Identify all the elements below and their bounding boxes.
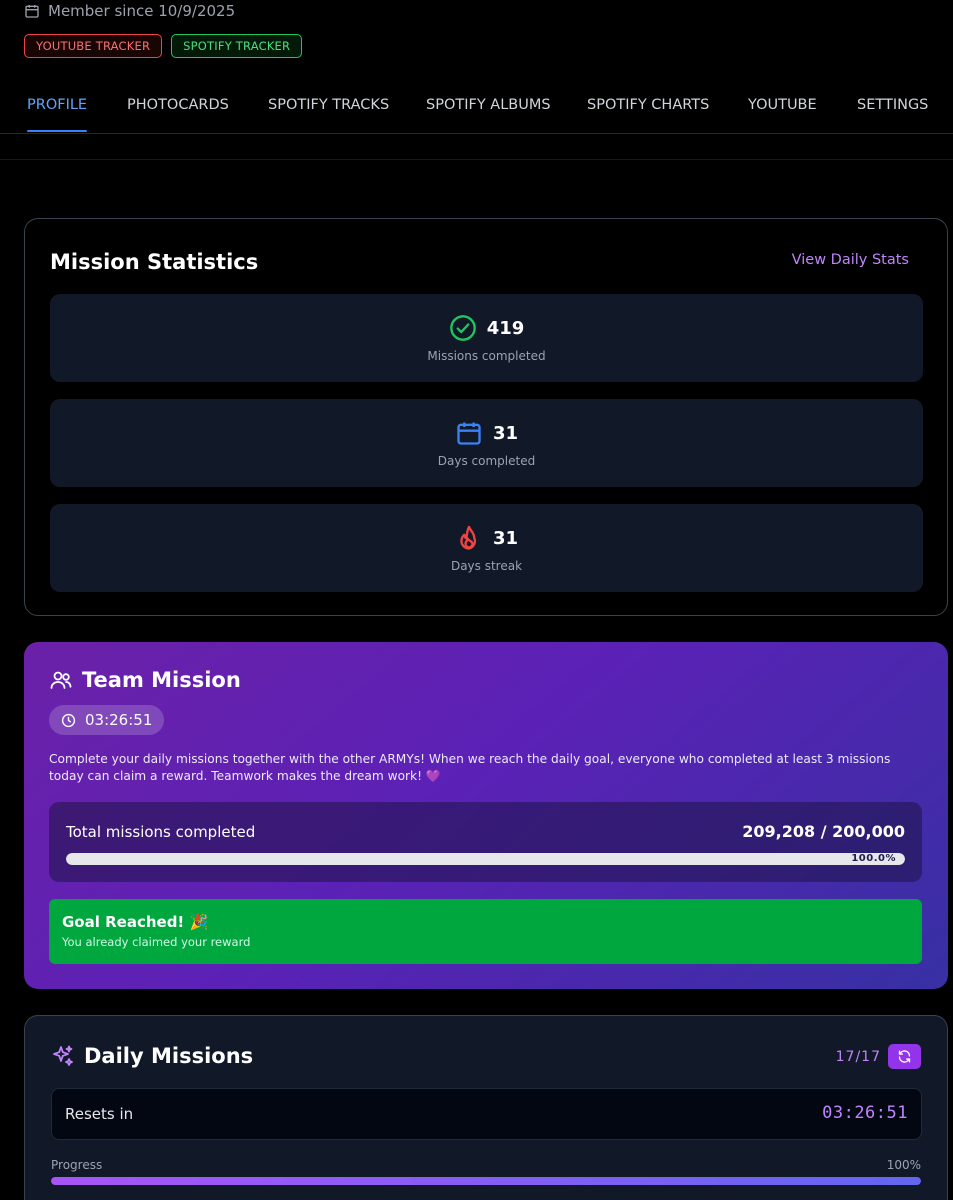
team-progress-bar — [66, 853, 905, 865]
team-mission-timer: 03:26:51 — [49, 705, 165, 735]
stat-label: Days completed — [437, 454, 536, 468]
tab-spotify-tracks[interactable]: SPOTIFY TRACKS — [268, 84, 389, 134]
tab-profile[interactable]: PROFILE — [27, 84, 88, 134]
sparkles-icon — [53, 1045, 73, 1066]
tab-spotify-albums[interactable]: SPOTIFY ALBUMS — [426, 84, 551, 134]
flame-icon — [460, 525, 476, 550]
refresh-icon — [898, 1050, 911, 1063]
team-mission-card: Team Mission 03:26:51 Complete your dail… — [24, 642, 948, 989]
divider — [0, 159, 953, 160]
team-mission-description: Complete your daily missions together wi… — [49, 752, 891, 783]
mission-statistics-title: Mission Statistics — [50, 250, 259, 274]
tab-photocards[interactable]: PHOTOCARDS — [127, 84, 229, 134]
view-daily-stats-link[interactable]: View Daily Stats — [792, 252, 909, 268]
team-progress-box: Total missions completed 209,208 / 200,0… — [49, 802, 922, 882]
goal-subtitle: You already claimed your reward — [62, 935, 251, 949]
mission-statistics-card: Mission Statistics View Daily Stats 419 … — [24, 218, 948, 616]
tab-spotify-charts[interactable]: SPOTIFY CHARTS — [587, 84, 709, 134]
stat-label: Missions completed — [427, 349, 546, 363]
stat-missions-completed: 419 Missions completed — [50, 294, 923, 382]
team-mission-title: Team Mission — [82, 668, 241, 692]
stat-days-completed: 31 Days completed — [50, 399, 923, 487]
timer-value: 03:26:51 — [85, 711, 153, 729]
goal-reached-banner: Goal Reached! 🎉 You already claimed your… — [49, 899, 922, 964]
daily-progress-bar — [51, 1177, 921, 1185]
tab-settings[interactable]: SETTINGS — [857, 84, 928, 134]
stat-value: 419 — [486, 317, 525, 339]
team-progress-count: 209,208 / 200,000 — [742, 822, 905, 841]
reset-label: Resets in — [65, 1105, 134, 1123]
tab-youtube[interactable]: YOUTUBE — [748, 84, 817, 134]
daily-progress-fill — [51, 1177, 921, 1185]
daily-missions-title: Daily Missions — [84, 1044, 254, 1068]
member-since-text: Member since 10/9/2025 — [48, 2, 236, 20]
clock-icon — [61, 713, 76, 727]
daily-progress-percent: 100% — [886, 1158, 921, 1172]
tracker-badges: YOUTUBE TRACKER SPOTIFY TRACKER — [24, 34, 303, 58]
stat-days-streak: 31 Days streak — [50, 504, 923, 592]
check-circle-icon — [449, 315, 476, 341]
team-progress-fill — [66, 853, 905, 865]
reset-timer-box: Resets in 03:26:51 — [51, 1088, 922, 1140]
youtube-tracker-badge[interactable]: YOUTUBE TRACKER — [24, 34, 163, 58]
stat-value: 31 — [492, 422, 519, 444]
spotify-tracker-badge[interactable]: SPOTIFY TRACKER — [171, 34, 303, 58]
daily-progress-label: Progress — [51, 1158, 103, 1172]
team-progress-percent: 100.0% — [851, 853, 896, 864]
users-icon — [50, 671, 72, 689]
reset-time: 03:26:51 — [822, 1103, 908, 1123]
calendar-icon — [25, 5, 39, 18]
goal-title: Goal Reached! 🎉 — [62, 913, 209, 931]
daily-missions-card: Daily Missions 17/17 Resets in 03:26:51 … — [24, 1015, 948, 1200]
daily-missions-count: 17/17 — [835, 1049, 881, 1065]
refresh-button[interactable] — [888, 1044, 921, 1069]
calendar-icon — [457, 422, 481, 445]
stat-label: Days streak — [450, 559, 523, 573]
stat-value: 31 — [492, 527, 519, 549]
profile-tabs: PROFILE PHOTOCARDS SPOTIFY TRACKS SPOTIF… — [0, 84, 953, 134]
team-progress-label: Total missions completed — [66, 823, 256, 841]
member-since-row: Member since 10/9/2025 — [24, 1, 235, 21]
